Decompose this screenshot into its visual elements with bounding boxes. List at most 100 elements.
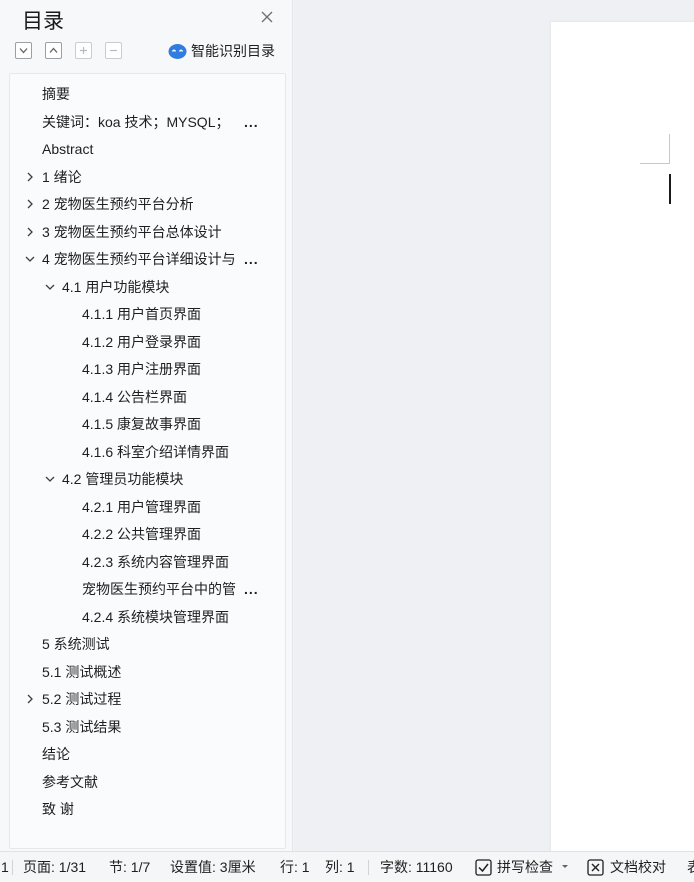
toc-item[interactable]: 3 宠物医生预约平台总体设计 [10, 219, 285, 245]
toc-item[interactable]: 5.1 测试概述 [10, 659, 285, 685]
status-section[interactable]: 节: 1/7 [109, 852, 150, 882]
toc-item-label: 4.1.6 科室介绍详情界面 [82, 443, 230, 460]
toc-item[interactable]: 4.2.1 用户管理界面 [10, 494, 285, 520]
chevron-down-icon[interactable] [43, 472, 57, 486]
status-bar: 1 页面: 1/31 节: 1/7 设置值: 3厘米 行: 1 列: 1 字数:… [0, 851, 694, 882]
toc-item-label: 4.2.1 用户管理界面 [82, 498, 202, 515]
document-canvas[interactable] [294, 0, 694, 851]
smart-toc-button[interactable]: 智能识别目录 [168, 40, 275, 62]
toc-item-label: 4.1.1 用户首页界面 [82, 306, 202, 322]
toc-tree: 摘要关键词：koa 技术；MYSQL；... Abstract 1 绪论 2 宠物医生… [9, 73, 286, 849]
page-margin-marker [640, 134, 670, 164]
minus-icon [110, 49, 117, 52]
toc-item-label: Abstract [42, 141, 94, 157]
toc-item-label: 4.2.4 系统模块管理界面 [82, 608, 230, 625]
promote-level-button[interactable] [75, 42, 92, 59]
chevron-right-icon[interactable] [23, 197, 37, 211]
status-column[interactable]: 列: 1 [325, 852, 355, 882]
toc-title: 目录 [22, 10, 64, 33]
toc-item-label: 5.1 测试概述 [42, 663, 122, 680]
toc-item[interactable]: 4.2.4 系统模块管理界面 [10, 604, 285, 630]
toc-item-label: 4.1.3 用户注册界面 [82, 361, 202, 377]
toc-item-label: 5.3 测试结果 [42, 718, 122, 735]
toc-item[interactable]: 4.1 用户功能模块 [10, 274, 285, 300]
toc-item[interactable]: 参考文献 [10, 769, 285, 795]
toc-item[interactable]: 宠物医生预约平台中的管... [10, 576, 285, 602]
toc-panel: 目录 智能识别目录 摘要 关键词：koa 技术；MYSQL； ... Abstr… [0, 0, 293, 851]
status-section-fragment: 1 [1, 859, 9, 875]
status-row[interactable]: 行: 1 [280, 852, 310, 882]
toc-item-label: 5.2 测试过程 [42, 691, 122, 707]
toc-item-label: 致 谢 [42, 801, 74, 817]
toc-item[interactable]: 4.1.6 科室介绍详情界面 [10, 439, 285, 465]
toc-item[interactable]: 5.2 测试过程 [10, 686, 285, 712]
toc-item-label: 摘要 [42, 86, 70, 102]
expand-all-button[interactable] [15, 42, 32, 59]
doc-proof-icon[interactable] [587, 859, 604, 876]
toc-item[interactable]: 4.1.4 公告栏界面 [10, 384, 285, 410]
toc-item[interactable]: 4.1.1 用户首页界面 [10, 301, 285, 327]
chevron-up-icon [49, 47, 58, 53]
toc-item-label: 4.2 管理员功能模块 [62, 471, 184, 487]
toc-item-label: 4.1.4 公告栏界面 [82, 388, 188, 405]
plus-icon [80, 47, 87, 54]
toc-item[interactable]: 4.1.5 康复故事界面 [10, 411, 285, 437]
toc-item-label: 2 宠物医生预约平台分析 [42, 196, 194, 212]
toc-item-label: 5 系统测试 [42, 636, 110, 652]
toc-item[interactable]: 4 宠物医生预约平台详细设计与... [10, 246, 285, 272]
toc-item-label: 宠物医生预约平台中的管 [82, 581, 236, 597]
toc-item[interactable]: 4.2.3 系统内容管理界面 [10, 549, 285, 575]
doc-proof-button[interactable]: 文档校对 [610, 852, 666, 882]
toc-item-ellipsis: ... [244, 251, 259, 267]
chevron-down-icon[interactable] [43, 280, 57, 294]
status-divider [368, 860, 369, 875]
toc-item-label: 关键词：koa 技术；MYSQL； [42, 113, 230, 130]
toc-item[interactable]: 5 系统测试 [10, 631, 285, 657]
chevron-right-icon[interactable] [23, 170, 37, 184]
caret-down-icon[interactable] [560, 861, 570, 871]
toc-item[interactable]: 结论 [10, 741, 285, 767]
chevron-down-icon[interactable] [23, 252, 37, 266]
close-icon [261, 11, 273, 23]
chevron-right-icon[interactable] [23, 692, 37, 706]
smart-toc-label: 智能识别目录 [191, 43, 275, 59]
collapse-all-button[interactable] [45, 42, 62, 59]
toc-item[interactable]: 关键词：koa 技术；MYSQL；... [10, 109, 285, 135]
toc-item-label: 1 绪论 [42, 168, 82, 185]
toc-item-ellipsis: ... [244, 113, 259, 130]
status-overflow-item[interactable]: 表 [687, 852, 694, 882]
toc-item[interactable]: 5.3 测试结果 [10, 714, 285, 740]
close-toc-button[interactable] [258, 8, 276, 26]
toc-item-label: 3 宠物医生预约平台总体设计 [42, 223, 222, 240]
text-cursor [669, 174, 671, 204]
toc-item-label: 4.1.2 用户登录界面 [82, 333, 202, 350]
status-divider [12, 860, 13, 875]
toc-item-label: 4.1.5 康复故事界面 [82, 416, 202, 432]
toc-item[interactable]: 致 谢 [10, 796, 285, 822]
toc-item-label: 4.2.3 系统内容管理界面 [82, 553, 230, 570]
chevron-right-icon[interactable] [23, 225, 37, 239]
toc-item-label: 结论 [42, 746, 70, 762]
toc-item[interactable]: 4.1.2 用户登录界面 [10, 329, 285, 355]
toc-item[interactable]: 1 绪论 [10, 164, 285, 190]
toc-item[interactable]: Abstract [10, 136, 285, 162]
toc-item-label: 4 宠物医生预约平台详细设计与 [42, 251, 236, 267]
toc-item[interactable]: 2 宠物医生预约平台分析 [10, 191, 285, 217]
status-setting[interactable]: 设置值: 3厘米 [170, 852, 256, 882]
toc-item-label: 参考文献 [42, 773, 98, 790]
status-page[interactable]: 页面: 1/31 [23, 852, 86, 882]
toc-item[interactable]: 摘要 [10, 81, 285, 107]
toc-item[interactable]: 4.2 管理员功能模块 [10, 466, 285, 492]
chevron-down-icon [19, 48, 28, 54]
toc-item[interactable]: 4.2.2 公共管理界面 [10, 521, 285, 547]
toc-item-ellipsis: ... [244, 581, 259, 597]
toc-item[interactable]: 4.1.3 用户注册界面 [10, 356, 285, 382]
document-page[interactable] [551, 22, 694, 851]
toc-item-label: 4.1 用户功能模块 [62, 278, 170, 295]
spell-check-button[interactable]: 拼写检查 [497, 852, 553, 882]
toc-toolbar: 智能识别目录 [0, 38, 293, 64]
status-word-count[interactable]: 字数: 11160 [380, 852, 453, 882]
toc-item-label: 4.2.2 公共管理界面 [82, 526, 202, 542]
spell-check-icon[interactable] [475, 859, 492, 876]
demote-level-button[interactable] [105, 42, 122, 59]
